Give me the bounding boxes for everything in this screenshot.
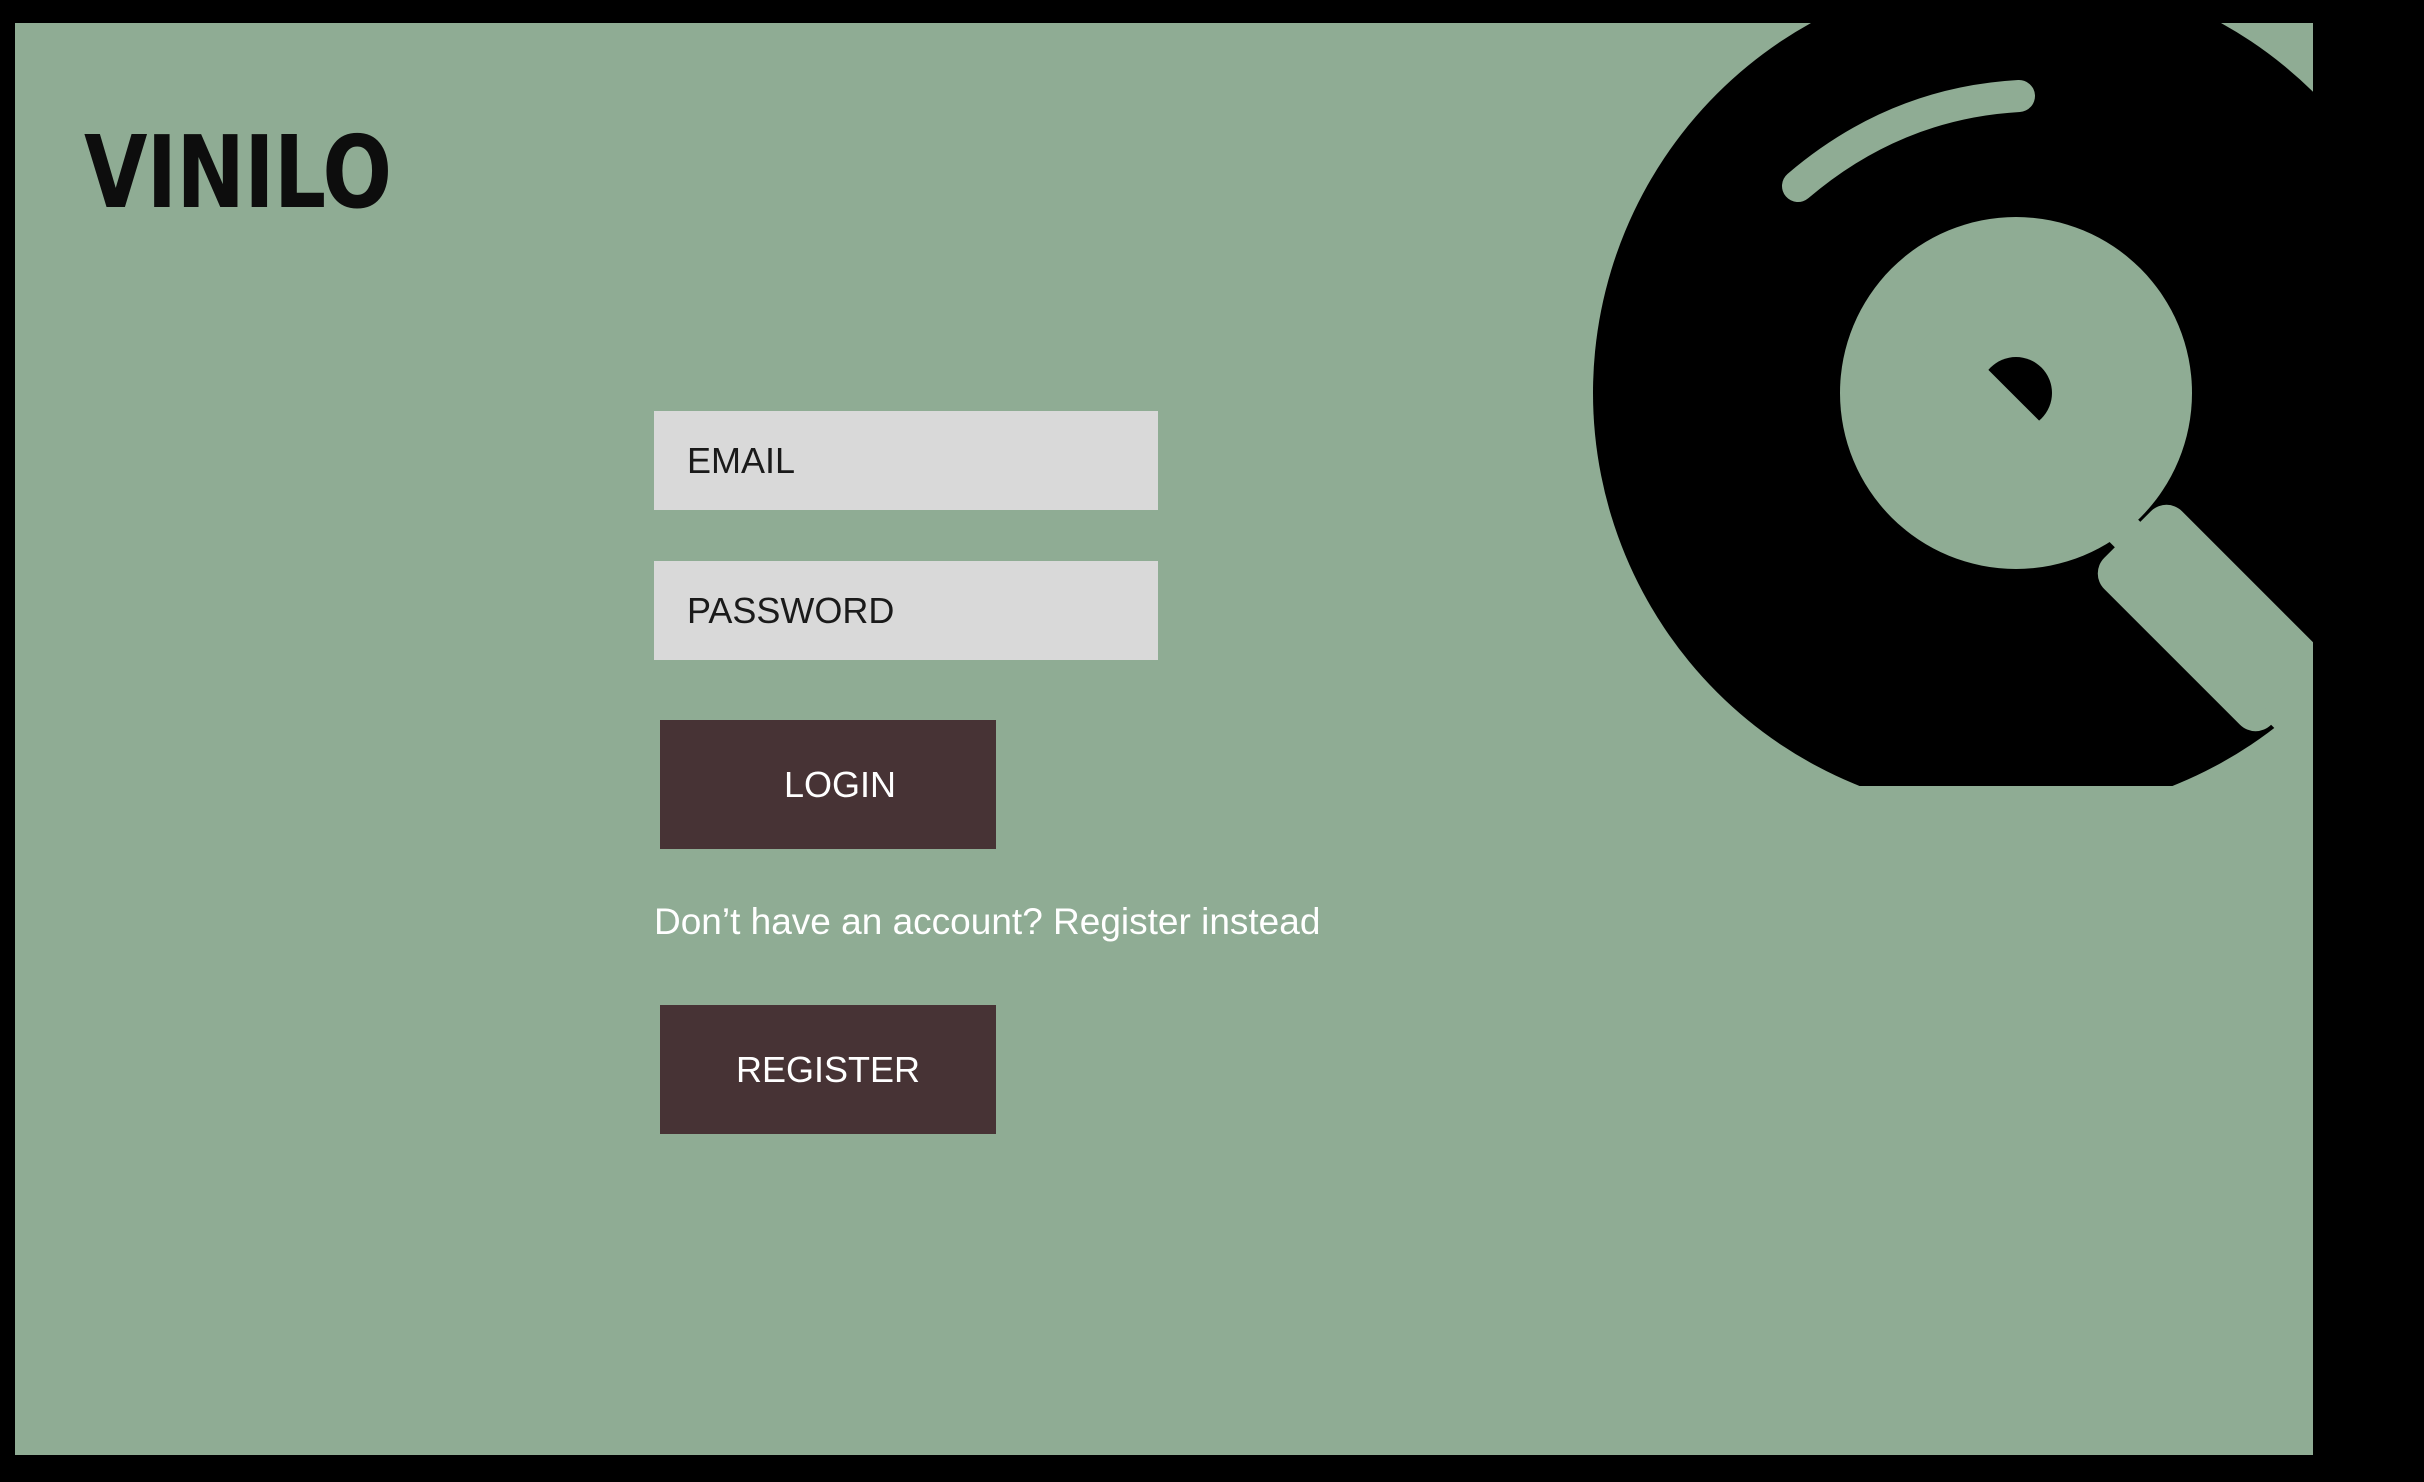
vinyl-record-icon xyxy=(1593,23,2313,786)
password-field[interactable] xyxy=(654,561,1158,660)
email-field[interactable] xyxy=(654,411,1158,510)
login-button[interactable]: LOGIN xyxy=(660,720,996,849)
register-button[interactable]: REGISTER xyxy=(660,1005,996,1134)
login-screen: VINILO LOGIN Don’t have an account? Regi… xyxy=(15,23,2313,1455)
login-button-label: LOGIN xyxy=(783,763,897,805)
register-button-label: REGISTER xyxy=(735,1048,921,1090)
register-prompt-text: Don’t have an account? Register instead xyxy=(654,901,1321,942)
